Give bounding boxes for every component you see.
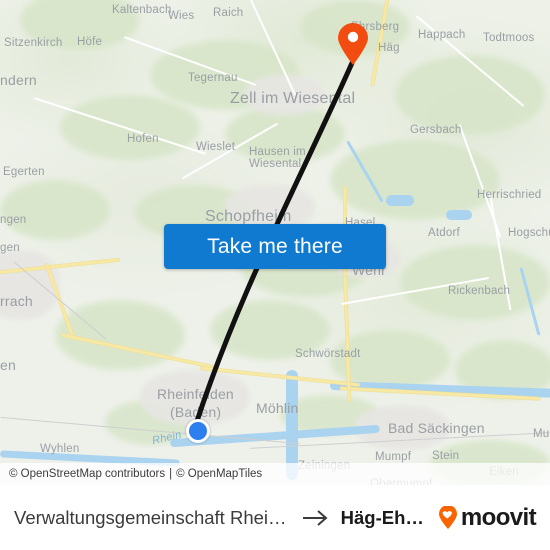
map-place-label: Hogschür: [508, 227, 550, 239]
map-place-label: Wyhlen: [40, 443, 80, 455]
trip-origin-label: Verwaltungsgemeinschaft Rheinfelde…: [14, 506, 291, 528]
map-place-label: Höfe: [77, 36, 103, 48]
map-place-label: Kaltenbach: [112, 4, 172, 16]
map-canvas[interactable]: Kaltenbach Wies Raich Ehrsberg Happach Todtmo…: [0, 0, 550, 485]
map-place-label: Mumpf: [375, 451, 412, 463]
map-attribution: © OpenStreetMap contributors | © OpenMap…: [0, 463, 550, 485]
map-place-label: Rickenbach: [448, 285, 511, 297]
map-place-label: Schwörstadt: [295, 348, 361, 360]
map-place-label: Sitzenkirch: [4, 37, 63, 49]
moovit-logo[interactable]: moovit: [437, 503, 537, 532]
moovit-trip-map-screen: Kaltenbach Wies Raich Ehrsberg Happach Todtmo…: [0, 0, 550, 550]
arrow-right-icon: [301, 508, 331, 528]
map-place-label: Tegernau: [188, 72, 238, 84]
map-place-label: gen: [0, 242, 20, 254]
attribution-osm[interactable]: © OpenStreetMap contributors: [9, 468, 165, 480]
take-me-there-label: Take me there: [207, 234, 343, 258]
map-place-label: Egerten: [3, 166, 45, 178]
map-place-label: Stein: [432, 450, 460, 462]
map-place-label: ngen: [0, 214, 27, 226]
map-place-label: Atdorf: [428, 227, 460, 239]
moovit-pin-icon: [438, 505, 457, 529]
origin-dot[interactable]: [186, 419, 210, 443]
map-place-label: Wies: [168, 10, 195, 22]
map-place-label: Gersbach: [410, 124, 462, 136]
map-place-label: en: [0, 357, 16, 373]
map-place-label: Herrischried: [477, 189, 542, 201]
map-place-label: Rheinfelden: [157, 386, 234, 402]
map-place-label: Wiesental: [249, 158, 302, 170]
map-place-label: Hausen im: [249, 146, 306, 158]
map-place-label: rrach: [0, 293, 33, 309]
destination-pin-icon: [338, 23, 368, 65]
take-me-there-button[interactable]: Take me there: [164, 224, 386, 269]
map-place-label: Raich: [213, 7, 244, 19]
attribution-tiles[interactable]: © OpenMapTiles: [176, 468, 262, 480]
trip-footer-bar: Verwaltungsgemeinschaft Rheinfelde… Häg-…: [0, 485, 550, 550]
map-place-label: (Baden): [170, 404, 222, 420]
map-place-label: Todtmoos: [483, 32, 535, 44]
map-place-label: ndern: [0, 72, 37, 88]
map-place-label: Häg: [378, 42, 400, 54]
map-place-label: Bad Säckingen: [388, 420, 485, 436]
map-place-label: Wieslet: [196, 141, 236, 153]
moovit-wordmark: moovit: [460, 503, 537, 531]
trip-destination-label: Häg-Ehrs…: [340, 506, 427, 528]
map-place-label: Möhlin: [256, 400, 299, 416]
map-place-label: Happach: [418, 29, 466, 41]
attribution-separator: |: [169, 468, 173, 480]
map-place-label: Zell im Wiesental: [230, 90, 356, 107]
map-place-label: Murg: [533, 428, 550, 440]
destination-pin[interactable]: [336, 22, 370, 66]
map-place-label: Hofen: [127, 133, 159, 145]
